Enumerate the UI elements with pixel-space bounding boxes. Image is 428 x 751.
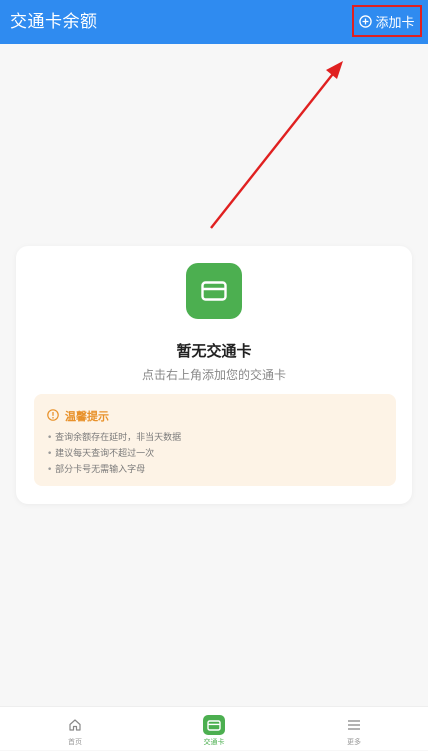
tip-item: 建议每天查询不超过一次 [47, 446, 181, 462]
nav-label-more: 更多 [347, 738, 361, 746]
nav-label-transit-card: 交通卡 [203, 738, 225, 746]
nav-item-home[interactable]: 首页 [35, 707, 115, 751]
menu-icon [347, 715, 361, 735]
home-icon [68, 715, 82, 735]
empty-subtitle: 点击右上角添加您的交通卡 [141, 368, 286, 382]
tip-item: 部分卡号无需输入字母 [47, 462, 181, 478]
add-card-button[interactable]: 添加卡 [352, 5, 422, 37]
tips-box: 温馨提示 查询余额存在延时，非当天数据 建议每天查询不超过一次 部分卡号无需输入… [34, 394, 396, 486]
empty-state-card: 暂无交通卡 点击右上角添加您的交通卡 温馨提示 查询余额存在延时，非当天数据 建… [16, 246, 412, 504]
card-icon [203, 715, 225, 735]
credit-card-icon [186, 263, 242, 319]
app-header: 交通卡余额 添加卡 [0, 0, 428, 44]
tips-list: 查询余额存在延时，非当天数据 建议每天查询不超过一次 部分卡号无需输入字母 [47, 430, 181, 478]
tips-title: 温馨提示 [65, 409, 109, 423]
page-title: 交通卡余额 [10, 12, 98, 32]
add-card-label: 添加卡 [375, 15, 415, 31]
nav-label-home: 首页 [68, 738, 82, 746]
bottom-nav: 首页 交通卡 更多 [0, 706, 428, 750]
empty-title: 暂无交通卡 [176, 342, 252, 360]
tips-header: 温馨提示 [47, 406, 109, 425]
tip-item: 查询余额存在延时，非当天数据 [47, 430, 181, 446]
nav-item-more[interactable]: 更多 [314, 707, 394, 751]
info-circle-icon [47, 406, 59, 425]
nav-item-transit-card[interactable]: 交通卡 [174, 707, 254, 751]
plus-circle-icon [359, 14, 373, 28]
